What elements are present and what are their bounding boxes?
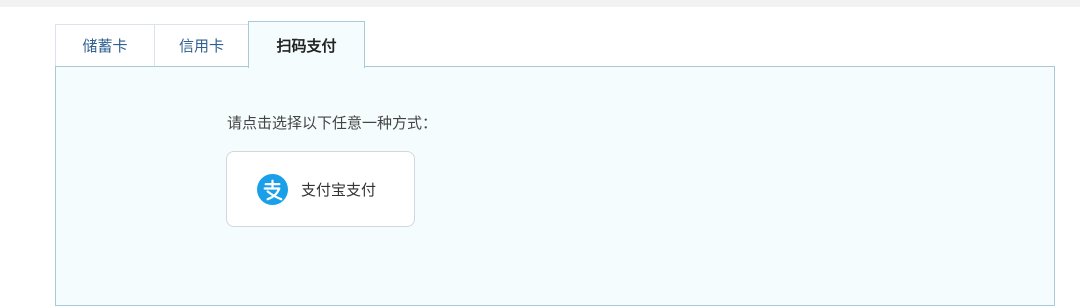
alipay-payment-button[interactable]: 支付宝支付 (226, 151, 415, 227)
payment-prompt: 请点击选择以下任意一种方式： (227, 114, 438, 132)
payment-panel: 请点击选择以下任意一种方式： 支付宝支付 (55, 66, 1055, 306)
tab-debit-card[interactable]: 储蓄卡 (55, 24, 155, 66)
tab-scan-to-pay[interactable]: 扫码支付 (248, 21, 365, 68)
tab-credit-card[interactable]: 信用卡 (154, 24, 249, 66)
alipay-icon (257, 174, 288, 205)
alipay-label: 支付宝支付 (301, 181, 377, 199)
top-bar (0, 0, 1080, 7)
